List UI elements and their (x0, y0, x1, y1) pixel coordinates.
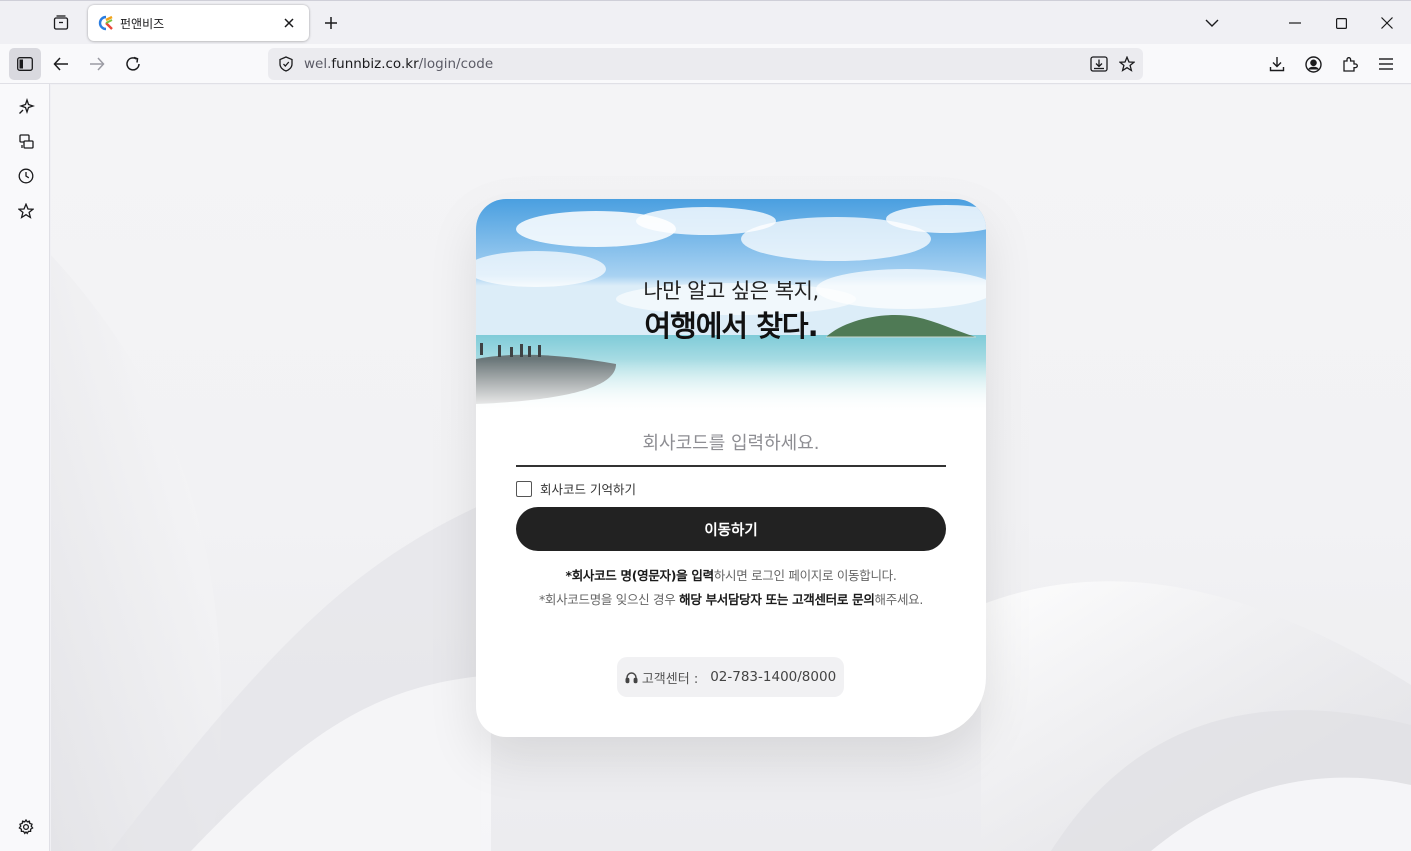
downloads-button[interactable] (1261, 48, 1293, 80)
plus-icon (325, 17, 337, 29)
sidebar-item-ai-chatbot[interactable] (13, 93, 39, 119)
tab-list-button[interactable] (44, 6, 78, 40)
url-prefix: wel. (304, 56, 332, 72)
tab-list-icon (53, 15, 69, 30)
site-info-button[interactable] (276, 54, 296, 74)
close-icon (1381, 17, 1393, 29)
reload-button[interactable] (117, 48, 149, 80)
note-line-1: *회사코드 명(영문자)을 입력하시면 로그인 페이지로 이동합니다. (476, 564, 986, 588)
page-content: 나만 알고 싶은 복지, 여행에서 찾다. 회사코드 기억하기 이동하기 *회사… (51, 85, 1411, 851)
headset-icon (625, 670, 639, 684)
chevron-down-icon (1205, 19, 1219, 27)
new-tab-button[interactable] (316, 8, 346, 38)
maximize-button[interactable] (1323, 5, 1359, 41)
tab-active[interactable]: 펀앤비즈 (88, 5, 309, 41)
note-line-2: *회사코드명을 잊으신 경우 해당 부서담당자 또는 고객센터로 문의해주세요. (476, 588, 986, 612)
save-page-button[interactable] (1088, 53, 1110, 75)
hero-subtitle: 나만 알고 싶은 복지, (643, 279, 819, 303)
hero-title: 여행에서 찾다. (644, 309, 818, 343)
sidebar-item-history[interactable] (13, 163, 39, 189)
hero-text: 나만 알고 싶은 복지, 여행에서 찾다. (476, 275, 986, 345)
url-bar[interactable]: wel.funnbiz.co.kr/login/code (268, 48, 1143, 80)
company-code-input[interactable] (516, 421, 946, 467)
tab-overflow-button[interactable] (1194, 5, 1230, 41)
note-2-pre: *회사코드명을 잊으신 경우 (538, 592, 680, 607)
close-icon (284, 18, 294, 28)
go-button[interactable]: 이동하기 (516, 507, 946, 551)
account-icon (1304, 55, 1322, 73)
forward-button[interactable] (81, 48, 113, 80)
star-icon (1119, 56, 1135, 72)
maximize-icon (1335, 17, 1347, 29)
hamburger-icon (1379, 58, 1393, 70)
customer-center-badge: 고객센터 : 02-783-1400/8000 (617, 657, 844, 697)
account-button[interactable] (1297, 48, 1329, 80)
remember-code-checkbox[interactable] (516, 480, 532, 497)
sidebar-toggle-button[interactable] (9, 48, 41, 80)
note-2-post: 해주세요. (874, 592, 924, 607)
funnbiz-favicon (98, 15, 114, 31)
remember-code-option[interactable]: 회사코드 기억하기 (516, 479, 636, 498)
save-page-icon (1090, 56, 1108, 72)
sidebar-settings-button[interactable] (13, 814, 39, 840)
sidebar-item-synced-tabs[interactable] (13, 128, 39, 154)
download-icon (1269, 57, 1285, 72)
close-tab-button[interactable] (279, 13, 299, 33)
customer-center-number: 02-783-1400/8000 (710, 669, 837, 685)
url-path: /login/code (418, 56, 494, 72)
bookmark-button[interactable] (1116, 53, 1138, 75)
browser-sidebar (0, 84, 50, 851)
bookmarks-star-icon (18, 203, 34, 219)
ai-sparkle-icon (18, 97, 35, 114)
gear-icon (18, 819, 34, 835)
shield-icon (279, 56, 293, 72)
note-2-mid: 로 문의 (836, 592, 875, 607)
note-1-rest: 하시면 로그인 페이지로 이동합니다. (713, 568, 897, 583)
back-button[interactable] (45, 48, 77, 80)
sidebar-item-bookmarks[interactable] (13, 198, 39, 224)
menu-button[interactable] (1370, 48, 1402, 80)
close-window-button[interactable] (1369, 5, 1405, 41)
tab-strip: 펀앤비즈 (0, 0, 1411, 44)
synced-tabs-icon (18, 133, 34, 149)
arrow-right-icon (90, 57, 105, 71)
navigation-toolbar: wel.funnbiz.co.kr/login/code (0, 44, 1411, 84)
url-text: wel.funnbiz.co.kr/login/code (304, 56, 493, 72)
login-card: 나만 알고 싶은 복지, 여행에서 찾다. 회사코드 기억하기 이동하기 *회사… (476, 199, 986, 737)
minimize-icon (1289, 22, 1301, 24)
url-host: funnbiz.co.kr (331, 56, 419, 72)
remember-code-label: 회사코드 기억하기 (540, 482, 636, 497)
customer-center-label: 고객센터 : (641, 671, 699, 687)
tab-title: 펀앤비즈 (120, 16, 165, 31)
minimize-button[interactable] (1277, 5, 1313, 41)
note-2-bold: 해당 부서담당자 또는 고객센터 (679, 592, 837, 607)
reload-icon (126, 56, 140, 71)
extensions-button[interactable] (1334, 48, 1366, 80)
help-notes: *회사코드 명(영문자)을 입력하시면 로그인 페이지로 이동합니다. *회사코… (476, 564, 986, 612)
note-1-bold: *회사코드 명(영문자)을 입력 (565, 568, 714, 583)
arrow-left-icon (53, 57, 68, 71)
history-icon (18, 168, 34, 184)
sidebar-icon (17, 57, 33, 71)
puzzle-icon (1343, 57, 1358, 72)
